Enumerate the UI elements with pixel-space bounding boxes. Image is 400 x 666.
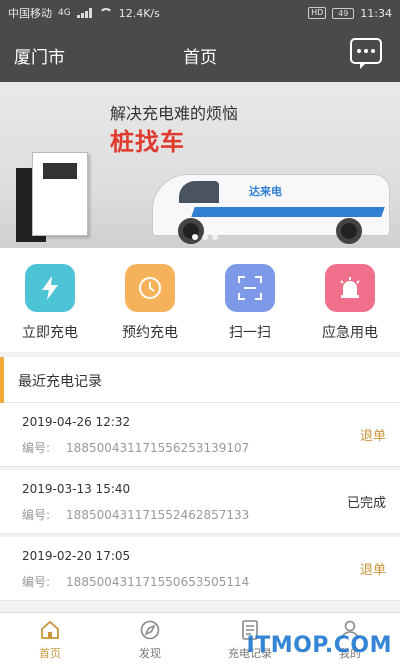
carrier-name: 中国移动 [8, 7, 52, 20]
wifi-icon [98, 8, 113, 18]
charger-box-illustration [32, 152, 88, 236]
wheel-icon [178, 218, 204, 244]
watermark-logo: ITMOP.COM [246, 633, 392, 658]
record-date: 2019-03-13 15:40 [22, 482, 131, 496]
hd-badge: HD [308, 7, 327, 19]
status-bar: 中国移动 4G 12.4K/s HD 49 11:34 [0, 0, 400, 26]
app-header: 厦门市 首页 [0, 26, 400, 82]
van-logo: 达来电 [249, 185, 282, 198]
tab-label: 发现 [139, 647, 161, 660]
tab-label: 首页 [39, 647, 61, 660]
scan-icon [225, 264, 275, 312]
battery-icon: 49 [332, 7, 355, 19]
quick-action-reserve[interactable]: 预约充电 [100, 248, 200, 352]
record-date: 2019-02-20 17:05 [22, 549, 131, 563]
network-speed: 12.4K/s [118, 6, 160, 20]
banner-brand: 桩找车 [110, 128, 185, 156]
quick-action-label: 扫一扫 [229, 325, 271, 341]
carousel-indicator[interactable] [192, 234, 218, 240]
quick-action-label: 立即充电 [22, 325, 78, 341]
quick-action-label: 预约充电 [122, 325, 178, 341]
quick-action-label: 应急用电 [322, 325, 378, 341]
quick-actions: 立即充电 预约充电 扫一扫 应急用电 [0, 248, 400, 352]
lightning-icon [25, 264, 75, 312]
quick-action-charge-now[interactable]: 立即充电 [0, 248, 100, 352]
banner-slogan: 解决充电难的烦恼 [110, 104, 239, 123]
record-number: 编号: 188500431171556253139107 [22, 441, 250, 455]
record-number: 编号: 188500431171552462857133 [22, 508, 250, 522]
promo-banner[interactable]: 解决充电难的烦恼 桩找车 达来电 [0, 82, 400, 248]
quick-action-emergency[interactable]: 应急用电 [300, 248, 400, 352]
home-icon [41, 620, 59, 639]
record-status: 退单 [359, 429, 386, 444]
clock-time: 11:34 [360, 6, 392, 20]
chat-bubble-icon[interactable] [350, 38, 382, 69]
recent-records-header: 最近充电记录 [0, 357, 400, 403]
record-item[interactable]: 2019-03-13 15:40 编号: 18850043117155246285… [0, 470, 400, 534]
record-number: 编号: 188500431171550653505114 [22, 575, 250, 589]
record-status: 已完成 [346, 496, 386, 511]
siren-icon [325, 264, 375, 312]
tab-discover[interactable]: 发现 [100, 613, 200, 666]
quick-action-scan[interactable]: 扫一扫 [200, 248, 300, 352]
record-item[interactable]: 2019-02-20 17:05 编号: 18850043117155065350… [0, 537, 400, 601]
record-status: 退单 [359, 563, 386, 578]
record-item[interactable]: 2019-04-26 12:32 编号: 18850043117155625313… [0, 403, 400, 467]
record-date: 2019-04-26 12:32 [22, 415, 131, 429]
network-type: 4G [58, 8, 71, 18]
page-title: 首页 [183, 48, 217, 68]
compass-icon [140, 620, 160, 640]
signal-icon [76, 8, 93, 18]
tab-home[interactable]: 首页 [0, 613, 100, 666]
wheel-icon [336, 218, 362, 244]
accent-bar [0, 357, 4, 403]
clock-icon [125, 264, 175, 312]
section-title: 最近充电记录 [18, 374, 102, 390]
